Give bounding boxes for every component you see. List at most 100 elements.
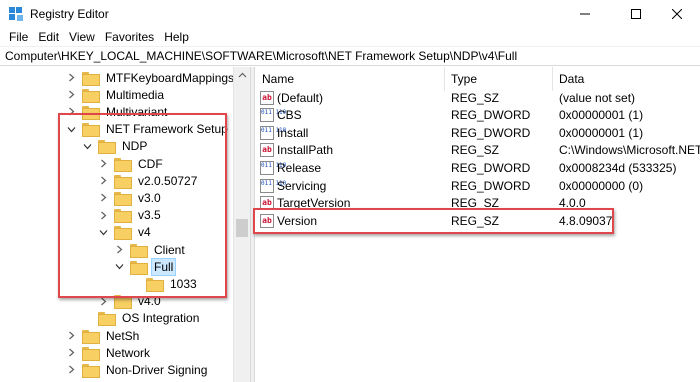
tree-node[interactable]: MTFKeyboardMappings	[66, 69, 236, 86]
menu-bar: File Edit View Favorites Help	[0, 28, 700, 46]
dword-value-icon: 011 110	[260, 108, 286, 123]
tree-node[interactable]: v3.0	[98, 189, 163, 206]
tree-node[interactable]: v3.5	[98, 207, 163, 224]
close-button[interactable]	[654, 0, 700, 28]
tree-node-label: v4	[138, 225, 151, 240]
tree-node[interactable]: v4.0	[98, 293, 163, 310]
value-data: 0x00000000 (0)	[559, 178, 644, 193]
value-type: REG_SZ	[451, 143, 500, 158]
value-type: REG_DWORD	[451, 125, 531, 140]
tree-node[interactable]: Multivariant	[66, 103, 169, 120]
chevron-right-icon[interactable]	[114, 245, 124, 255]
chevron-right-icon[interactable]	[98, 176, 108, 186]
value-type: REG_SZ	[451, 90, 500, 105]
address-bar[interactable]: Computer\HKEY_LOCAL_MACHINE\SOFTWARE\Mic…	[0, 46, 700, 66]
value-row[interactable]: ab InstallPath REG_SZ C:\Windows\Microsoft.…	[256, 142, 700, 159]
value-name: Release	[277, 160, 322, 175]
value-data: 0x0008234d (533325)	[559, 160, 677, 175]
tree-node-label: Multivariant	[106, 104, 168, 119]
value-data: C:\Windows\Microsoft.NET\	[559, 143, 700, 158]
folder-icon	[114, 157, 132, 172]
tree-node[interactable]: v2.0.50727	[98, 172, 199, 189]
value-list[interactable]: Name Type Data ab (Default) REG_SZ (value n…	[256, 67, 700, 382]
chevron-right-icon[interactable]	[98, 296, 108, 306]
value-row[interactable]: ab Version REG_SZ 4.8.09037	[256, 212, 700, 229]
maximize-button[interactable]	[613, 0, 659, 28]
string-value-icon: ab	[260, 143, 274, 158]
tree-node[interactable]: NetSh	[66, 327, 141, 344]
value-row[interactable]: ab (Default) REG_SZ (value not set)	[256, 89, 700, 106]
tree-scrollbar[interactable]	[233, 67, 250, 382]
tree-node[interactable]: v4	[98, 224, 153, 241]
tree-node[interactable]: Network	[66, 344, 152, 361]
pane-splitter[interactable]	[250, 67, 255, 382]
minimize-button[interactable]	[562, 0, 608, 28]
value-row[interactable]: 011 110 Install REG_DWORD 0x00000001 (1)	[256, 124, 700, 141]
tree-node-label: NDP	[122, 139, 148, 154]
folder-icon	[82, 363, 100, 378]
menu-file[interactable]: File	[5, 28, 34, 46]
chevron-down-icon[interactable]	[98, 227, 108, 237]
menu-help[interactable]: Help	[160, 28, 195, 46]
chevron-right-icon[interactable]	[66, 107, 76, 117]
dword-value-icon: 011 110	[260, 178, 286, 193]
chevron-right-icon[interactable]	[66, 331, 76, 341]
folder-icon	[114, 295, 132, 310]
value-row[interactable]: 011 110 Servicing REG_DWORD 0x00000000 (0)	[256, 177, 700, 194]
column-header-data[interactable]: Data	[559, 70, 584, 88]
chevron-right-icon[interactable]	[66, 348, 76, 358]
column-divider[interactable]	[552, 67, 553, 91]
tree-node-label: NetSh	[106, 328, 140, 343]
value-type: REG_DWORD	[451, 160, 531, 175]
value-type: REG_DWORD	[451, 178, 531, 193]
tree-node[interactable]: Client	[114, 241, 187, 258]
value-type: REG_SZ	[451, 196, 500, 211]
scroll-up-icon[interactable]	[238, 71, 247, 80]
value-data: 0x00000001 (1)	[559, 125, 644, 140]
tree-node-label: Non-Driver Signing	[106, 362, 208, 377]
tree-node-label: MTFKeyboardMappings	[106, 70, 235, 85]
scrollbar-thumb[interactable]	[236, 219, 248, 237]
tree-node-label: v3.0	[138, 190, 161, 205]
title-bar: Registry Editor	[0, 0, 700, 28]
folder-icon	[82, 346, 100, 361]
value-row[interactable]: 011 110 CBS REG_DWORD 0x00000001 (1)	[256, 107, 700, 124]
column-header-name[interactable]: Name	[262, 70, 294, 88]
column-divider[interactable]	[444, 67, 445, 91]
folder-icon	[130, 260, 148, 275]
chevron-down-icon[interactable]	[66, 124, 76, 134]
chevron-right-icon[interactable]	[98, 193, 108, 203]
value-name: InstallPath	[277, 143, 334, 158]
value-row[interactable]: 011 110 Release REG_DWORD 0x0008234d (53332…	[256, 159, 700, 176]
value-name: TargetVersion	[277, 196, 351, 211]
string-value-icon: ab	[260, 213, 274, 228]
tree-node[interactable]: NET Framework Setup	[66, 121, 230, 138]
tree-node[interactable]: OS Integration	[82, 310, 201, 327]
tree-node[interactable]: Multimedia	[66, 86, 166, 103]
column-header-type[interactable]: Type	[451, 70, 477, 88]
chevron-right-icon[interactable]	[66, 90, 76, 100]
menu-edit[interactable]: Edit	[34, 28, 65, 46]
value-type: REG_DWORD	[451, 108, 531, 123]
tree-node[interactable]: Non-Driver Signing	[66, 361, 209, 378]
menu-favorites[interactable]: Favorites	[101, 28, 160, 46]
menu-view[interactable]: View	[65, 28, 101, 46]
string-value-icon: ab	[260, 196, 274, 211]
chevron-right-icon[interactable]	[98, 159, 108, 169]
tree-node[interactable]: 1033	[130, 275, 199, 292]
chevron-right-icon[interactable]	[66, 73, 76, 83]
value-row[interactable]: ab TargetVersion REG_SZ 4.0.0	[256, 195, 700, 212]
key-tree[interactable]: MTFKeyboardMappings Multimedia Multivarian…	[0, 67, 249, 382]
tree-node[interactable]: Full	[114, 257, 177, 276]
string-value-icon: ab	[260, 90, 274, 105]
tree-node[interactable]: CDF	[98, 155, 165, 172]
folder-icon	[82, 329, 100, 344]
tree-node[interactable]: NDP	[82, 138, 149, 155]
folder-icon	[82, 71, 100, 86]
chevron-right-icon[interactable]	[66, 365, 76, 375]
registry-editor-icon	[9, 7, 23, 21]
chevron-down-icon[interactable]	[82, 141, 92, 151]
chevron-right-icon[interactable]	[98, 210, 108, 220]
chevron-down-icon[interactable]	[114, 262, 124, 272]
